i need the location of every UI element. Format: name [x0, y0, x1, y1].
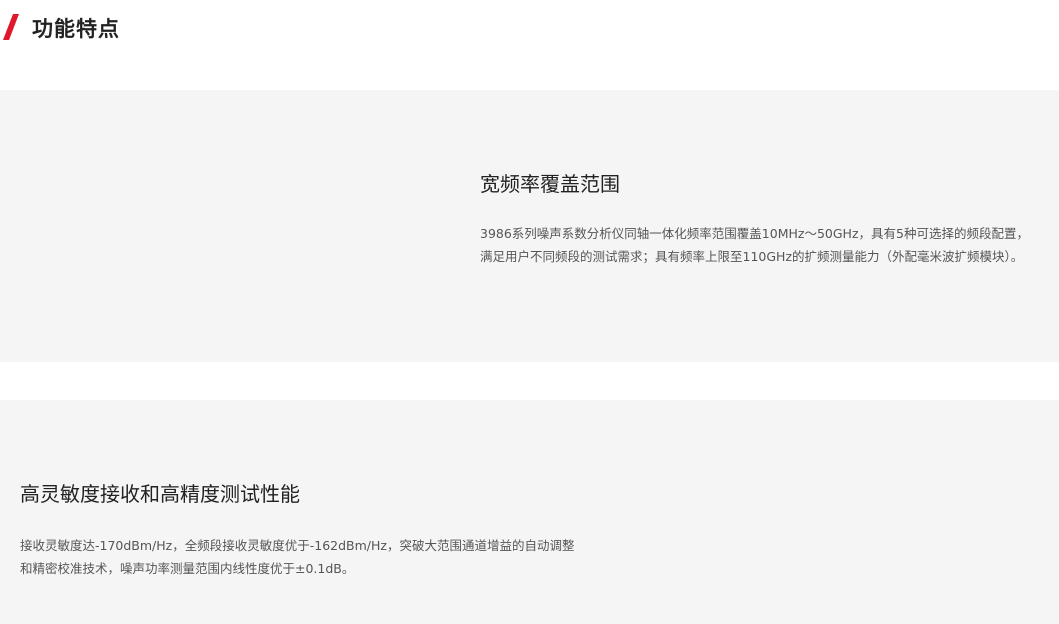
feature-description: 3986系列噪声系数分析仪同轴一体化频率范围覆盖10MHz～50GHz，具有5种…	[480, 226, 1029, 264]
section-title: 功能特点	[32, 17, 120, 41]
feature-title: 宽频率覆盖范围	[480, 172, 620, 196]
section-header: 功能特点	[0, 8, 120, 48]
feature-card-frequency-range: 宽频率覆盖范围 3986系列噪声系数分析仪同轴一体化频率范围覆盖10MHz～50…	[0, 90, 1059, 362]
feature-card-sensitivity: 高灵敏度接收和高精度测试性能 接收灵敏度达-170dBm/Hz，全频段接收灵敏度…	[0, 400, 1059, 624]
feature-card-text: 高灵敏度接收和高精度测试性能 接收灵敏度达-170dBm/Hz，全频段接收灵敏度…	[20, 480, 580, 580]
slash-accent-icon	[3, 14, 19, 40]
feature-card-text: 宽频率覆盖范围 3986系列噪声系数分析仪同轴一体化频率范围覆盖10MHz～50…	[480, 170, 1040, 268]
feature-title: 高灵敏度接收和高精度测试性能	[20, 482, 300, 506]
feature-description: 接收灵敏度达-170dBm/Hz，全频段接收灵敏度优于-162dBm/Hz，突破…	[20, 538, 575, 576]
